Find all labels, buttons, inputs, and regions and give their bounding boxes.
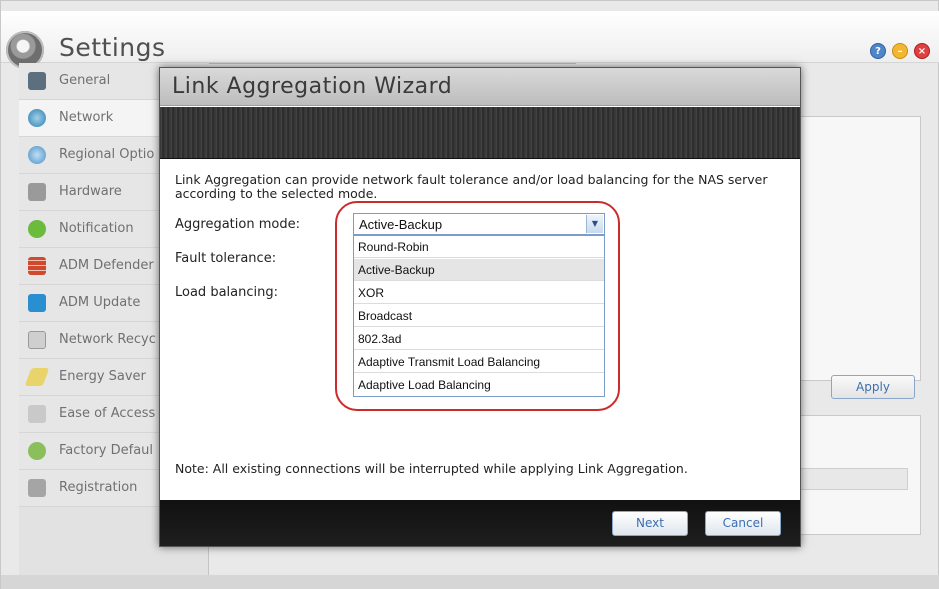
sidebar-item-label: Energy Saver <box>59 369 146 384</box>
fault-tolerance-label: Fault tolerance: <box>175 251 277 266</box>
apply-button[interactable]: Apply <box>831 375 915 399</box>
aggregation-mode-label: Aggregation mode: <box>175 217 300 232</box>
globe-icon <box>28 146 46 164</box>
dialog-footer: Next Cancel <box>160 500 800 546</box>
sidebar-item-label: Registration <box>59 480 138 495</box>
dialog-title: Link Aggregation Wizard <box>172 74 453 99</box>
table-row[interactable] <box>784 468 908 490</box>
sidebar-item-label: Notification <box>59 221 134 236</box>
minimize-icon[interactable]: – <box>892 43 908 59</box>
sidebar-item-label: Hardware <box>59 184 122 199</box>
title-bar: Settings ? – × <box>1 11 939 69</box>
registration-icon <box>28 479 46 497</box>
dialog-description: Link Aggregation can provide network fau… <box>175 172 768 201</box>
status-bar <box>1 575 939 589</box>
hardware-icon <box>28 183 46 201</box>
sidebar-item-label: Network <box>59 110 114 125</box>
app-title: Settings <box>59 33 166 62</box>
dialog-header: Link Aggregation Wizard <box>160 68 800 106</box>
highlight-annotation <box>335 201 620 411</box>
sidebar-item-label: ADM Defender <box>59 258 154 273</box>
dialog-banner <box>160 107 800 159</box>
sidebar-item-label: Ease of Access <box>59 406 156 421</box>
sidebar-item-label: Regional Optio <box>59 147 155 162</box>
sidebar-item-label: ADM Update <box>59 295 141 310</box>
update-icon <box>28 294 46 312</box>
notification-icon <box>28 220 46 238</box>
recycle-bin-icon <box>28 331 46 349</box>
help-icon[interactable]: ? <box>870 43 886 59</box>
close-icon[interactable]: × <box>914 43 930 59</box>
dialog-note: Note: All existing connections will be i… <box>175 461 688 476</box>
next-button[interactable]: Next <box>612 511 688 536</box>
sidebar-item-label: General <box>59 73 111 88</box>
network-icon <box>28 109 46 127</box>
access-icon <box>28 405 46 423</box>
general-icon <box>28 72 46 90</box>
sidebar-item-label: Factory Defaul <box>59 443 154 458</box>
firewall-icon <box>28 257 46 275</box>
link-aggregation-dialog: Link Aggregation Wizard Link Aggregation… <box>159 67 801 547</box>
sidebar-item-label: Network Recyc <box>59 332 156 347</box>
cancel-button[interactable]: Cancel <box>705 511 781 536</box>
energy-icon <box>24 368 50 386</box>
factory-reset-icon <box>28 442 46 460</box>
load-balancing-label: Load balancing: <box>175 285 278 300</box>
